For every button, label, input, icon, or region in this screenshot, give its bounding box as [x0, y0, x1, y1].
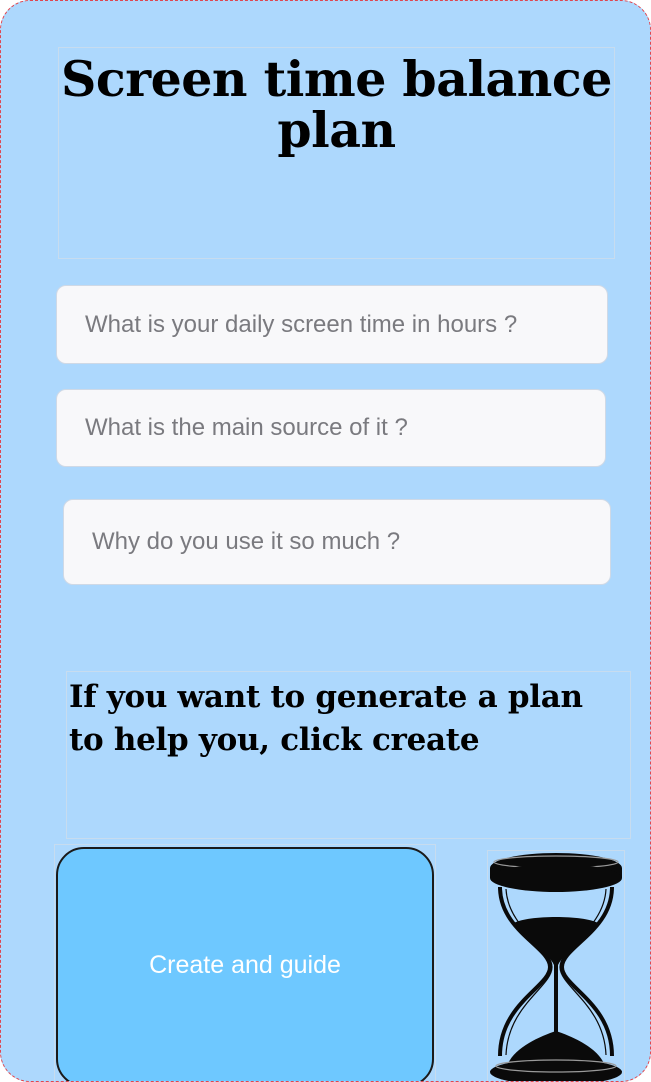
create-prompt-text: If you want to generate a plan to help y… — [69, 679, 583, 759]
reason-input[interactable] — [63, 499, 611, 585]
app-screen: Screen time balance plan If you want to … — [0, 0, 651, 1082]
prompt-container: If you want to generate a plan to help y… — [66, 671, 631, 839]
screen-time-input[interactable] — [56, 285, 608, 364]
hourglass-container — [487, 850, 625, 1081]
hourglass-icon — [490, 853, 622, 1081]
page-title: Screen time balance plan — [61, 50, 612, 160]
create-and-guide-button[interactable]: Create and guide — [56, 847, 434, 1081]
title-container: Screen time balance plan — [58, 47, 615, 259]
main-source-input[interactable] — [56, 389, 606, 467]
